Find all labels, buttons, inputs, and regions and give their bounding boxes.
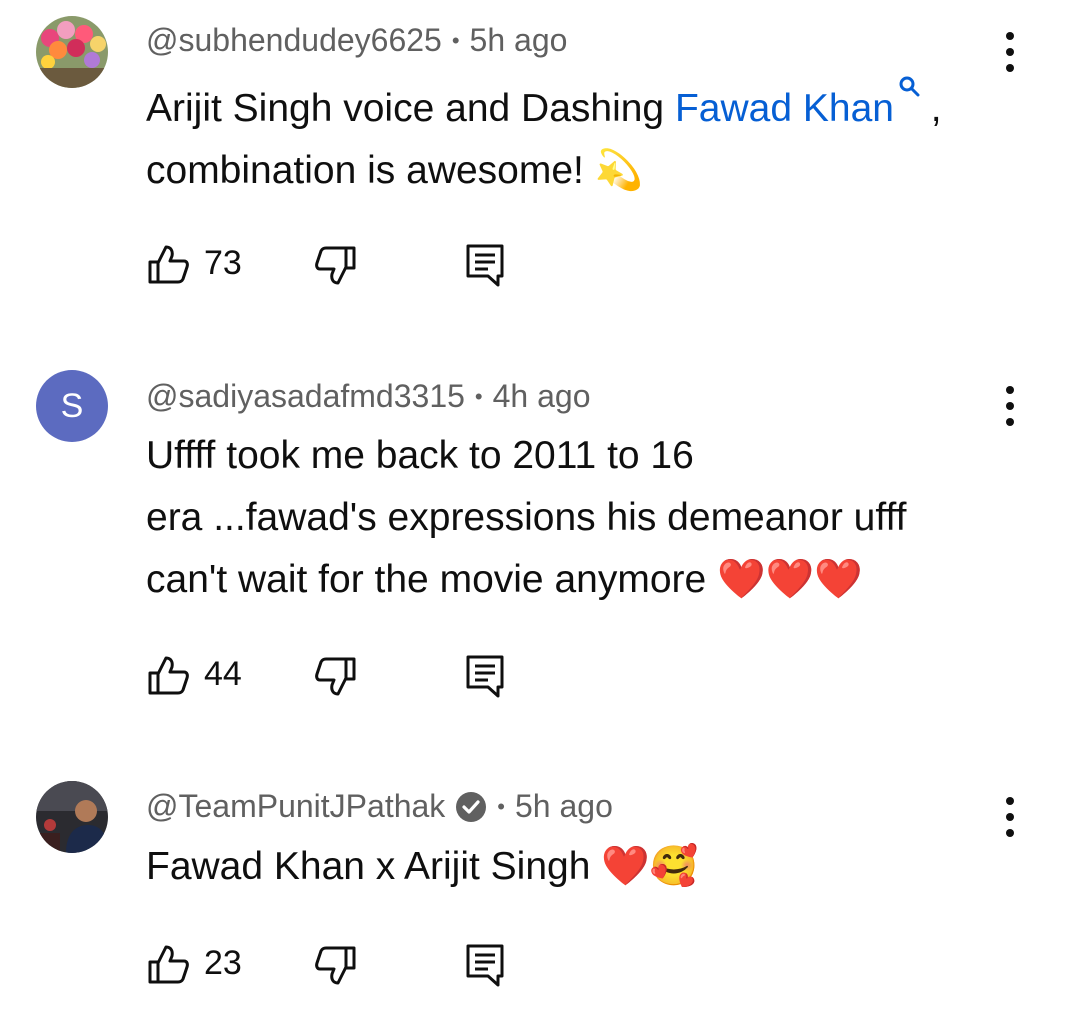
comment-header: @subhendudey6625 • 5h ago	[146, 22, 567, 59]
author-name[interactable]: @TeamPunitJPathak	[146, 788, 445, 825]
dislike-icon[interactable]	[314, 244, 358, 288]
like-count: 44	[204, 655, 242, 693]
timestamp: 4h ago	[492, 378, 591, 414]
avatar-letter: S	[60, 386, 84, 425]
like-icon[interactable]	[146, 242, 190, 286]
comment-text-line: can't wait for the movie anymore	[146, 558, 718, 601]
separator-dot: •	[497, 793, 505, 819]
verified-badge-icon	[456, 791, 487, 822]
author-name[interactable]: @subhendudey6625	[146, 22, 442, 59]
like-icon[interactable]	[146, 942, 190, 986]
comment-text-part: Arijit Singh voice and Dashing	[146, 87, 675, 130]
timestamp: 5h ago	[469, 22, 568, 58]
person-avatar-image	[36, 781, 108, 853]
like-count: 73	[204, 244, 242, 282]
avatar[interactable]	[36, 781, 108, 853]
dizzy-emoji: 💫	[594, 148, 644, 193]
comment-text-line: Uffff took me back to 2011 to 16	[146, 434, 694, 477]
timestamp: 5h ago	[515, 788, 613, 824]
heart-emoji: ❤️❤️❤️	[717, 557, 863, 602]
comment-text-line: Fawad Khan x Arijit Singh	[146, 845, 602, 888]
comment-header: @sadiyasadafmd3315 • 4h ago	[146, 378, 590, 415]
comment-text-part: ,	[919, 87, 942, 130]
flower-avatar-image	[36, 16, 108, 88]
search-icon[interactable]	[898, 75, 920, 97]
comment-text: Uffff took me back to 2011 to 16 era ...…	[146, 425, 1006, 611]
like-icon[interactable]	[146, 653, 190, 697]
author-name[interactable]: @sadiyasadafmd3315	[146, 378, 465, 415]
separator-dot: •	[474, 383, 483, 409]
avatar[interactable]	[36, 16, 108, 88]
reply-icon[interactable]	[464, 942, 508, 988]
link-label[interactable]: Fawad Khan	[675, 87, 894, 130]
reply-icon[interactable]	[464, 653, 508, 699]
comment-header: @TeamPunitJPathak • 5h ago	[146, 788, 613, 825]
comment-text-line: combination is awesome!	[146, 149, 595, 192]
dislike-icon[interactable]	[314, 655, 358, 699]
hashtag-link[interactable]: Fawad Khan	[675, 76, 920, 130]
dislike-icon[interactable]	[314, 944, 358, 988]
comment-text-line: era ...fawad's expressions his demeanor …	[146, 496, 907, 539]
reply-icon[interactable]	[464, 242, 508, 288]
more-options-icon[interactable]	[992, 22, 1028, 82]
comment-text: Fawad Khan x Arijit Singh ❤️🥰	[146, 836, 1006, 898]
heart-smile-emoji: ❤️🥰	[601, 844, 699, 889]
comment-text: Arijit Singh voice and Dashing Fawad Kha…	[146, 75, 1006, 202]
separator-dot: •	[451, 27, 460, 53]
avatar[interactable]: S	[36, 370, 108, 442]
like-count: 23	[204, 944, 242, 982]
